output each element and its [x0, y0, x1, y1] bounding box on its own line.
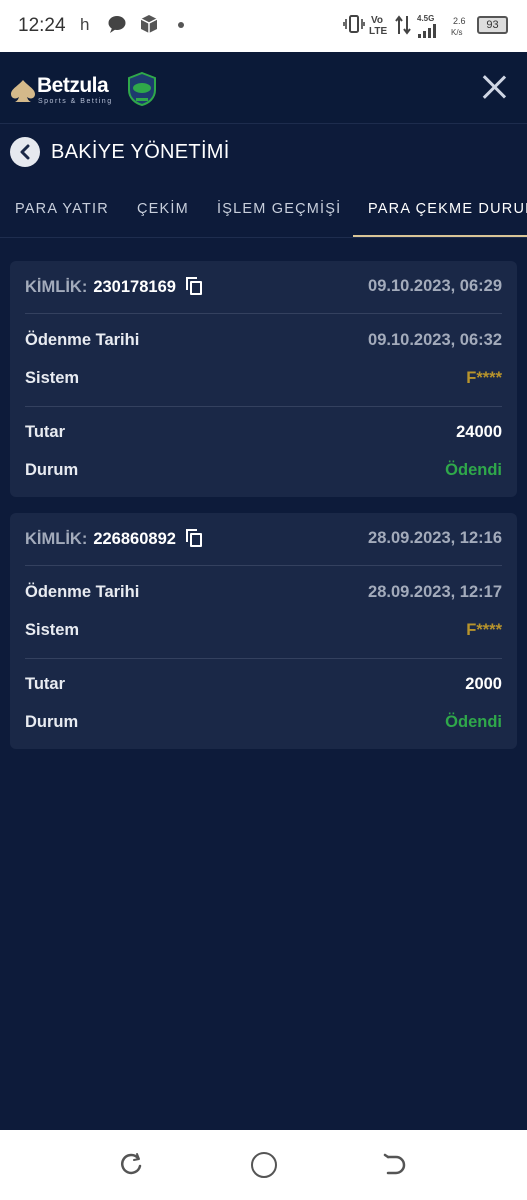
- status-row: Durum Ödendi: [25, 713, 502, 732]
- divider: [25, 313, 502, 314]
- active-tab-indicator: [353, 235, 527, 237]
- status-label: Durum: [25, 713, 79, 731]
- status-value: Ödendi: [445, 713, 502, 731]
- withdrawal-card: KİMLİK: 226860892 28.09.2023, 12:16 Ödenm…: [10, 513, 517, 749]
- status-row: Durum Ödendi: [25, 461, 502, 480]
- copy-icon[interactable]: [185, 277, 202, 295]
- amount-label: Tutar: [25, 675, 66, 693]
- brand-name: Betzula: [37, 74, 109, 97]
- tab-withdraw-status[interactable]: PARA ÇEKME DURUMU: [368, 201, 527, 217]
- withdrawal-id: 230178169: [93, 278, 176, 296]
- paid-date-label: Ödenme Tarihi: [25, 583, 140, 601]
- id-label: KİMLİK:: [25, 278, 88, 296]
- paid-date-value: 09.10.2023, 06:32: [368, 331, 502, 349]
- divider: [25, 658, 502, 659]
- system-nav-bar: [0, 1130, 527, 1200]
- tab-withdraw[interactable]: ÇEKİM: [137, 201, 189, 217]
- home-button[interactable]: [251, 1152, 277, 1178]
- brand-tagline: Sports & Betting: [38, 98, 113, 105]
- status-value: Ödendi: [445, 461, 502, 479]
- system-label: Sistem: [25, 369, 80, 387]
- system-row: Sistem F****: [25, 369, 502, 388]
- tab-history[interactable]: İŞLEM GEÇMİŞİ: [217, 201, 341, 217]
- amount-row: Tutar 24000: [25, 423, 502, 442]
- partner-badge-icon: [127, 71, 157, 111]
- back-nav-button[interactable]: [382, 1152, 408, 1178]
- recent-apps-button[interactable]: [118, 1152, 144, 1178]
- title-row: BAKİYE YÖNETİMİ: [0, 124, 527, 180]
- card-id-row: KİMLİK: 226860892 28.09.2023, 12:16: [25, 529, 502, 549]
- data-arrows-icon: [395, 14, 411, 41]
- net-speed-unit: K/s: [451, 28, 463, 37]
- amount-value: 2000: [465, 675, 502, 693]
- id-label: KİMLİK:: [25, 530, 88, 548]
- paid-date-row: Ödenme Tarihi 28.09.2023, 12:17: [25, 583, 502, 602]
- net-speed-value: 2.6: [453, 16, 466, 26]
- card-id-row: KİMLİK: 230178169 09.10.2023, 06:29: [25, 277, 502, 297]
- signal-icon: [417, 22, 437, 43]
- tab-deposit[interactable]: PARA YATIR: [15, 201, 109, 217]
- battery-icon: 93: [477, 16, 508, 34]
- package-icon: [139, 14, 159, 39]
- status-bar: 12:24 h Vo LTE 4.5G 2.6 K/s 93: [0, 0, 527, 52]
- paid-date-value: 28.09.2023, 12:17: [368, 583, 502, 601]
- back-nav-icon: [383, 1153, 406, 1175]
- close-icon[interactable]: [481, 74, 507, 100]
- page-title: BAKİYE YÖNETİMİ: [51, 141, 230, 163]
- created-date: 28.09.2023, 12:16: [368, 529, 502, 547]
- paid-date-row: Ödenme Tarihi 09.10.2023, 06:32: [25, 331, 502, 350]
- notification-h: h: [80, 15, 90, 34]
- withdrawal-id: 226860892: [93, 530, 176, 548]
- system-label: Sistem: [25, 621, 80, 639]
- withdrawal-card: KİMLİK: 230178169 09.10.2023, 06:29 Ödenm…: [10, 261, 517, 497]
- back-button[interactable]: [10, 137, 40, 167]
- dot-icon: [177, 14, 185, 39]
- recents-icon: [120, 1153, 142, 1175]
- amount-value: 24000: [456, 423, 502, 441]
- status-time: 12:24: [18, 15, 66, 36]
- copy-icon[interactable]: [185, 529, 202, 547]
- amount-label: Tutar: [25, 423, 66, 441]
- system-value: F****: [466, 369, 502, 387]
- system-value: F****: [466, 621, 502, 639]
- system-row: Sistem F****: [25, 621, 502, 640]
- chevron-left-icon: [20, 144, 30, 160]
- chat-bubble-icon: [107, 14, 127, 39]
- status-label: Durum: [25, 461, 79, 479]
- app-header: Betzula Sports & Betting: [0, 52, 527, 124]
- spade-icon: [10, 79, 36, 108]
- created-date: 09.10.2023, 06:29: [368, 277, 502, 295]
- tab-bar: PARA YATIR ÇEKİM İŞLEM GEÇMİŞİ PARA ÇEKM…: [0, 180, 527, 238]
- paid-date-label: Ödenme Tarihi: [25, 331, 140, 349]
- divider: [25, 565, 502, 566]
- amount-row: Tutar 2000: [25, 675, 502, 694]
- vibrate-icon: [343, 14, 365, 39]
- volte-top: Vo: [371, 15, 384, 26]
- volte-bottom: LTE: [369, 26, 388, 37]
- divider: [25, 406, 502, 407]
